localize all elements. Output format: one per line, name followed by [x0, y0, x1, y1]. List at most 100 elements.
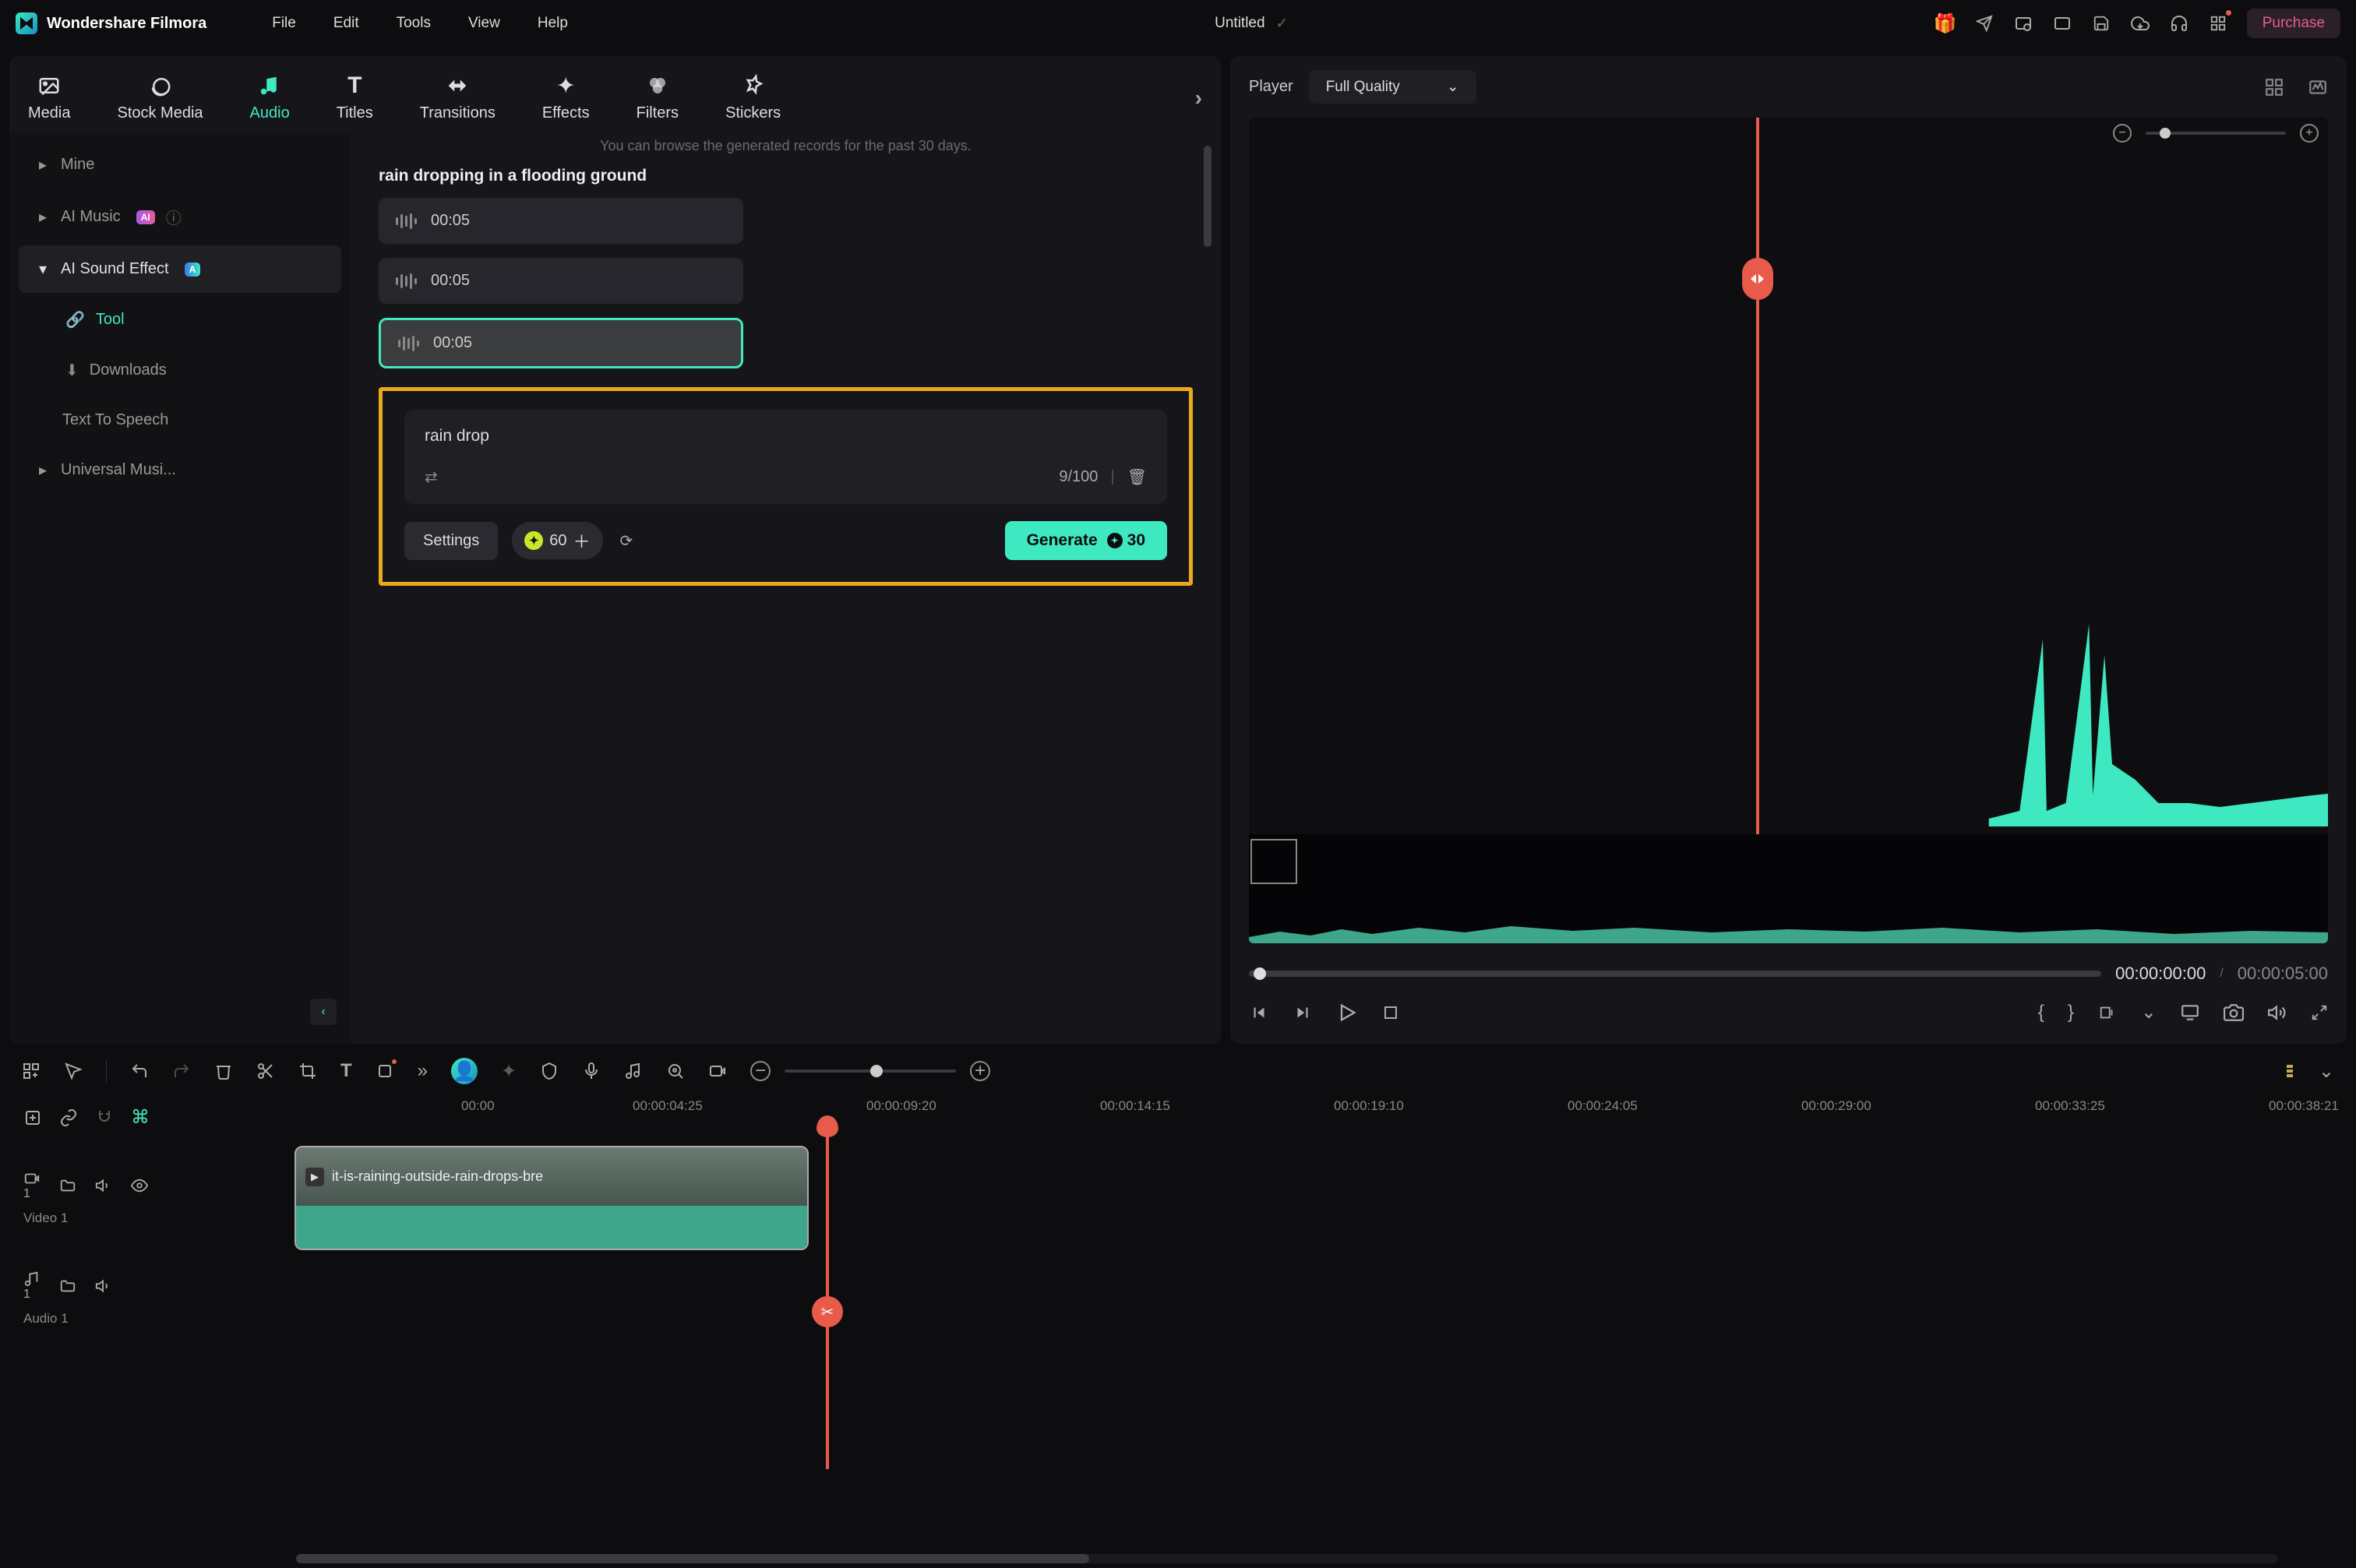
aspect-icon[interactable]: [2097, 1004, 2118, 1021]
crop-icon[interactable]: [298, 1062, 317, 1080]
scrollbar[interactable]: [1204, 146, 1212, 247]
menu-file[interactable]: File: [272, 15, 296, 32]
tab-media[interactable]: Media: [28, 73, 70, 122]
chevron-down-icon[interactable]: ⌄: [2141, 1001, 2157, 1024]
tab-effects[interactable]: ✦ Effects: [542, 73, 590, 122]
tab-audio[interactable]: Audio: [250, 73, 290, 122]
timeline-playhead[interactable]: ✂: [826, 1126, 829, 1469]
more-tools-icon[interactable]: »: [418, 1060, 428, 1082]
sparkle-icon[interactable]: ✦: [501, 1060, 517, 1083]
preview-viewport[interactable]: − +: [1249, 118, 2328, 943]
split-icon[interactable]: ✂: [812, 1296, 843, 1327]
quality-dropdown[interactable]: Full Quality ⌄: [1309, 70, 1476, 104]
tab-filters[interactable]: Filters: [637, 73, 679, 122]
mark-in-icon[interactable]: {: [2038, 1002, 2044, 1024]
playhead-handle[interactable]: [1742, 258, 1773, 300]
sidebar-item-tts[interactable]: Text To Speech: [19, 397, 341, 443]
mic-icon[interactable]: [582, 1062, 601, 1080]
record-icon[interactable]: [2013, 13, 2033, 33]
cut-icon[interactable]: [256, 1062, 275, 1080]
screen-icon[interactable]: [2052, 13, 2072, 33]
mark-out-icon[interactable]: }: [2068, 1002, 2074, 1024]
tl-zoom-slider[interactable]: [785, 1069, 956, 1073]
layout-grid-icon[interactable]: [2264, 77, 2284, 97]
tab-stickers[interactable]: Stickers: [725, 73, 781, 122]
track-auto-icon[interactable]: ⌘: [131, 1106, 150, 1129]
tab-stock-media[interactable]: Stock Media: [117, 73, 203, 122]
track-link-icon[interactable]: [59, 1108, 78, 1127]
mute-icon[interactable]: [95, 1177, 112, 1194]
cursor-icon[interactable]: [64, 1062, 83, 1080]
tab-transitions[interactable]: Transitions: [420, 73, 496, 122]
send-icon[interactable]: [1974, 13, 1994, 33]
audio-result-3-selected[interactable]: 00:05: [379, 318, 743, 368]
eye-icon[interactable]: [131, 1177, 148, 1194]
audio-result-1[interactable]: 00:05: [379, 198, 743, 244]
redo-icon[interactable]: [172, 1062, 191, 1080]
scope-icon[interactable]: [2308, 77, 2328, 97]
chevron-down-icon[interactable]: ⌄: [2319, 1060, 2334, 1083]
zoom-out-icon[interactable]: −: [2113, 124, 2132, 143]
help-icon[interactable]: ⓘ: [166, 206, 182, 228]
music-tool-icon[interactable]: [624, 1062, 643, 1080]
volume-icon[interactable]: [2267, 1002, 2287, 1023]
menu-help[interactable]: Help: [538, 15, 568, 32]
tabs-more-icon[interactable]: ›: [1195, 86, 1202, 111]
trash-icon[interactable]: 🗑: [1127, 467, 1147, 487]
progress-slider[interactable]: [1249, 971, 2101, 977]
snapshot-icon[interactable]: [2224, 1002, 2244, 1023]
timeline-scrollbar[interactable]: [296, 1554, 2278, 1563]
refresh-icon[interactable]: ⟳: [620, 531, 633, 551]
timeline-view-icon[interactable]: [2284, 1062, 2303, 1080]
video-clip[interactable]: ▶ it-is-raining-outside-rain-drops-bre: [294, 1146, 809, 1250]
undo-icon[interactable]: [130, 1062, 149, 1080]
purchase-button[interactable]: Purchase: [2247, 9, 2340, 38]
tl-zoom-out-icon[interactable]: −: [750, 1061, 771, 1081]
track-magnet-icon[interactable]: [95, 1108, 114, 1127]
marker-shield-icon[interactable]: [540, 1062, 559, 1080]
sidebar-item-universal-music[interactable]: ▸ Universal Musi...: [19, 446, 341, 494]
fullscreen-icon[interactable]: [2311, 1004, 2328, 1021]
text-icon[interactable]: T: [340, 1060, 352, 1082]
sidebar-item-tool[interactable]: 🔗 Tool: [19, 296, 341, 344]
record-tool-icon[interactable]: [708, 1062, 727, 1080]
resize-icon[interactable]: [376, 1062, 394, 1080]
sidebar-item-ai-music[interactable]: ▸ AI Music AI ⓘ: [19, 192, 341, 242]
settings-button[interactable]: Settings: [404, 522, 498, 560]
sidebar-item-mine[interactable]: ▸ Mine: [19, 141, 341, 189]
ai-assistant-icon[interactable]: 👤: [451, 1058, 478, 1084]
folder-icon[interactable]: [59, 1177, 76, 1194]
project-name[interactable]: Untitled ✓: [1215, 15, 1288, 33]
step-forward-icon[interactable]: [1293, 1002, 1313, 1023]
menu-tools[interactable]: Tools: [397, 15, 431, 32]
shuffle-icon[interactable]: ⇄: [425, 467, 438, 487]
generate-button[interactable]: Generate ✦ 30: [1005, 521, 1167, 560]
gift-icon[interactable]: 🎁: [1935, 13, 1956, 33]
delete-icon[interactable]: [214, 1062, 233, 1080]
zoom-slider[interactable]: [2146, 132, 2286, 135]
sidebar-item-downloads[interactable]: ⬇ Downloads: [19, 347, 341, 394]
menu-view[interactable]: View: [468, 15, 500, 32]
stop-icon[interactable]: [1381, 1003, 1400, 1022]
magnify-icon[interactable]: [666, 1062, 685, 1080]
audio-result-2[interactable]: 00:05: [379, 258, 743, 304]
add-track-icon[interactable]: [22, 1062, 41, 1080]
sidebar-collapse-button[interactable]: ‹: [310, 999, 337, 1025]
menu-edit[interactable]: Edit: [333, 15, 359, 32]
tl-zoom-in-icon[interactable]: +: [970, 1061, 990, 1081]
cloud-icon[interactable]: [2130, 13, 2150, 33]
prompt-input[interactable]: rain drop: [425, 427, 1147, 446]
play-icon[interactable]: [1336, 1002, 1358, 1024]
monitor-icon[interactable]: [2180, 1002, 2200, 1023]
mute-icon[interactable]: [95, 1277, 112, 1295]
prev-frame-icon[interactable]: [1249, 1002, 1269, 1023]
sidebar-item-ai-sound-effect[interactable]: ▾ AI Sound Effect A: [19, 245, 341, 293]
save-icon[interactable]: [2091, 13, 2111, 33]
folder-icon[interactable]: [59, 1277, 76, 1295]
track-add-icon[interactable]: [23, 1108, 42, 1127]
zoom-in-icon[interactable]: +: [2300, 124, 2319, 143]
tab-titles[interactable]: T Titles: [337, 73, 373, 122]
headphones-icon[interactable]: [2169, 13, 2189, 33]
add-credits-icon[interactable]: ＋: [573, 528, 591, 553]
credits-pill[interactable]: ✦ 60 ＋: [512, 522, 602, 559]
